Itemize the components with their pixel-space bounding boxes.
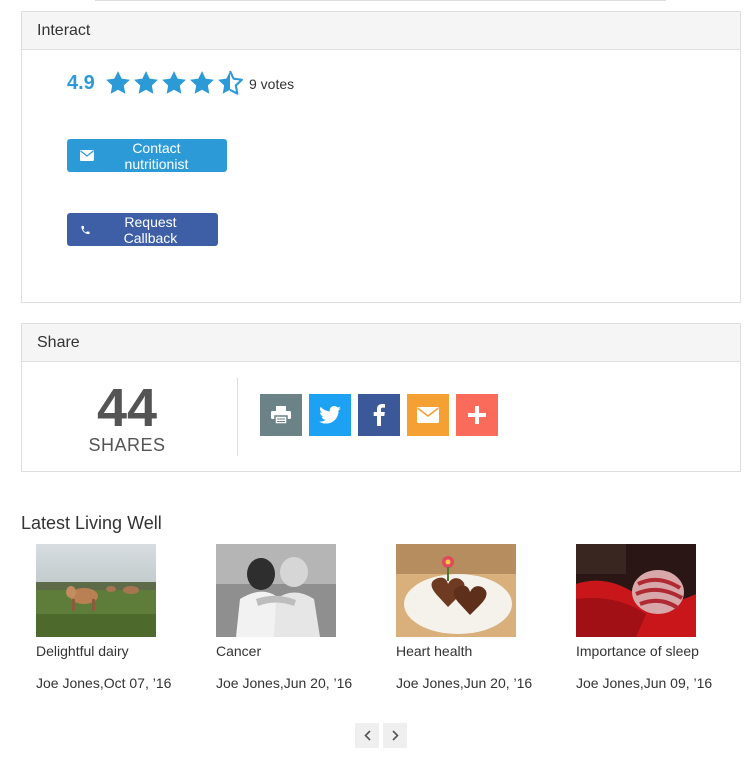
phone-icon	[81, 225, 90, 234]
twitter-share-button[interactable]	[309, 394, 351, 436]
carousel-next-button[interactable]	[383, 723, 407, 748]
email-share-button[interactable]	[407, 394, 449, 436]
twitter-icon	[319, 406, 341, 424]
request-callback-button[interactable]: Request Callback	[67, 213, 218, 246]
article-thumbnail-friends[interactable]	[216, 544, 336, 637]
star-icon[interactable]	[104, 69, 132, 97]
chevron-right-icon	[391, 730, 399, 741]
article-title[interactable]: Cancer	[216, 641, 386, 661]
interact-panel: Interact 4.9 9 votes Contact nutritionis…	[21, 11, 741, 303]
plus-icon	[468, 406, 486, 424]
star-icon[interactable]	[160, 69, 188, 97]
latest-living-well-title: Latest Living Well	[21, 513, 162, 533]
article-thumbnail-sleep[interactable]	[576, 544, 696, 637]
request-callback-label: Request Callback	[123, 213, 178, 246]
star-half-icon[interactable]	[216, 69, 244, 97]
share-panel: Share 44 SHARES	[21, 323, 741, 472]
article-card[interactable]: Cancer Joe Jones,Jun 20, ’16	[216, 544, 386, 693]
article-card[interactable]: Delightful dairy Joe Jones,Oct 07, ’16	[36, 544, 206, 693]
article-meta: Joe Jones,Jun 09, ’16	[576, 675, 713, 691]
interact-heading: Interact	[22, 12, 740, 50]
top-divider	[95, 0, 666, 1]
article-title[interactable]: Heart health	[396, 641, 566, 661]
chevron-left-icon	[363, 730, 371, 741]
email-icon	[417, 407, 439, 423]
share-counter: 44 SHARES	[22, 381, 232, 456]
envelope-icon	[80, 150, 94, 161]
star-icon[interactable]	[188, 69, 216, 97]
votes-count: 9 votes	[249, 76, 295, 92]
article-title[interactable]: Delightful dairy	[36, 641, 206, 661]
article-thumbnail-heart-cookies[interactable]	[396, 544, 516, 637]
share-count-label: SHARES	[88, 435, 166, 455]
share-heading: Share	[22, 324, 740, 362]
facebook-icon	[373, 404, 385, 426]
share-count-number: 44	[96, 378, 158, 438]
print-share-button[interactable]	[260, 394, 302, 436]
contact-nutritionist-button[interactable]: Contact nutritionist	[67, 139, 227, 172]
article-meta: Joe Jones,Jun 20, ’16	[216, 675, 353, 691]
article-meta: Joe Jones,Jun 20, ’16	[396, 675, 533, 691]
star-icon[interactable]	[132, 69, 160, 97]
contact-nutritionist-label: Contact nutritionist	[124, 139, 189, 172]
article-title[interactable]: Importance of sleep	[576, 641, 746, 661]
carousel-prev-button[interactable]	[355, 723, 379, 748]
star-rating[interactable]	[104, 69, 244, 97]
facebook-share-button[interactable]	[358, 394, 400, 436]
article-thumbnail-cows[interactable]	[36, 544, 156, 637]
more-share-button[interactable]	[456, 394, 498, 436]
article-card[interactable]: Heart health Joe Jones,Jun 20, ’16	[396, 544, 566, 693]
share-divider	[237, 378, 238, 456]
article-meta: Joe Jones,Oct 07, ’16	[36, 675, 172, 691]
article-card[interactable]: Importance of sleep Joe Jones,Jun 09, ’1…	[576, 544, 746, 693]
print-icon	[271, 406, 291, 424]
rating-value: 4.9	[67, 72, 95, 94]
